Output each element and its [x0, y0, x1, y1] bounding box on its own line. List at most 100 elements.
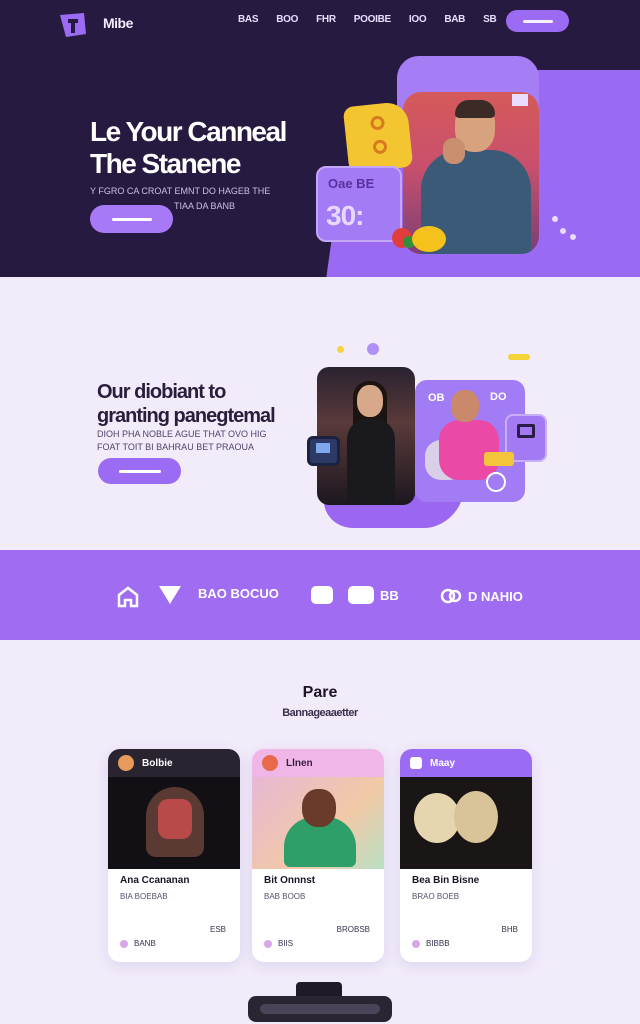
dot [570, 234, 576, 240]
device-bar [248, 996, 392, 1022]
card-meta: BIIS [264, 939, 293, 948]
person-head [357, 385, 383, 417]
nav-link-4[interactable]: POOIBE [354, 14, 391, 25]
nav-link-3[interactable]: FHR [316, 14, 336, 25]
card-name: Bit Onnnst [264, 875, 316, 886]
partner-logo-2[interactable] [159, 586, 181, 604]
card-meta-label: BIBBB [426, 939, 450, 948]
partner-logo-6-label: D NAHIO [468, 588, 523, 604]
section2-subtitle-line2: FOAT TOIT BI BAHRAU BET PRAOUA [97, 442, 255, 452]
partner-logo-1[interactable] [116, 586, 140, 608]
pricing-subtitle: Bannageaaetter [282, 707, 358, 719]
section2-title: Our diobiant to granting panegtemal [97, 380, 276, 428]
purple-dot-icon [367, 343, 379, 355]
section2-title-line1: Our diobiant to [97, 381, 226, 403]
card-price: BROBSB [336, 925, 370, 934]
nav-cta-button[interactable] [506, 10, 569, 32]
partner-logo-5-label: BB [380, 587, 399, 603]
brand-logo-icon[interactable] [58, 12, 88, 38]
person-body [439, 420, 499, 480]
hero-stat-label: Oae BE [328, 176, 375, 191]
card-image [108, 777, 240, 869]
ring-icon [369, 115, 386, 131]
brand-name[interactable]: Mibe [103, 15, 133, 31]
partner-logo-6[interactable]: D NAHIO [440, 586, 523, 606]
circle-logo-icon [440, 588, 462, 604]
card-header-label: Maay [430, 757, 456, 769]
nav-cta-label-bar [522, 19, 553, 23]
person-hand [443, 138, 465, 164]
card-desc: BRAO BOEB [412, 892, 460, 901]
main-nav: BAS BOO FHR POOIBE IOO BAB SB [238, 14, 514, 25]
pricing-card-3[interactable]: Maay Bea Bin Bisne BRAO BOEB BHB BIBBB [400, 749, 532, 962]
monitor-icon [517, 424, 535, 438]
card-desc: BAB BOOB [264, 892, 306, 901]
pricing-card-2[interactable]: Llnen Bit Onnnst BAB BOOB BROBSB BIIS [252, 749, 384, 962]
hero-stat-card: Oae BE 30: [316, 166, 402, 242]
card-header: Bolbie [108, 749, 240, 777]
nav-link-2[interactable]: BOO [276, 14, 298, 25]
partner-logo-3-label: BAO BOCUO [198, 586, 279, 601]
flag-icon [512, 94, 528, 106]
card-name: Ana Ccananan [120, 875, 190, 886]
house-icon [117, 586, 139, 608]
partner-logo-5[interactable]: BB [348, 586, 399, 604]
hero-subtitle-line1: Y FGRO CA CROAT EMNT DO HAGEB THE [90, 186, 271, 196]
card-name: Bea Bin Bisne [412, 875, 480, 886]
tablet-icon [307, 436, 340, 466]
section2-title-line2: granting panegtemal [97, 405, 276, 427]
dot-icon [120, 939, 128, 948]
hero-title: Le Your Canneal The Stanene [90, 116, 287, 180]
nav-link-7[interactable]: SB [483, 14, 497, 25]
nav-link-5[interactable]: IOO [409, 14, 427, 25]
pricing-card-1[interactable]: Bolbie Ana Ccananan BIA BOEBAB ESB BANB [108, 749, 240, 962]
card-meta: BIBBB [412, 939, 450, 948]
card-header-label: Bolbie [142, 757, 173, 769]
dot [560, 228, 566, 234]
card-image [252, 777, 384, 869]
avatar [118, 755, 134, 771]
yellow-dash-icon [508, 354, 530, 360]
yellow-dot-icon [337, 346, 344, 353]
section2-cta-label-bar [118, 469, 161, 473]
hero-title-line2: The Stanene [90, 148, 241, 179]
hero-stat-value: 30: [326, 200, 364, 231]
section2-cta-button[interactable] [98, 458, 181, 484]
yellow-chip [484, 452, 514, 466]
partner-logo-3[interactable]: BAO BOCUO [198, 586, 279, 601]
nav-link-6[interactable]: BAB [444, 14, 465, 25]
card-header: Llnen [252, 749, 384, 777]
card-price: BHB [501, 925, 518, 934]
section2-subtitle: DIOH PHA NOBLE AGUE THAT OVO HIG FOAT TO… [97, 428, 287, 454]
dot-icon [412, 939, 420, 948]
pill-icon [348, 586, 374, 604]
card-header: Maay [400, 749, 532, 777]
hero-cta-label-bar [111, 217, 152, 221]
device-bar-inner [260, 1004, 380, 1014]
yellow-chip-card [342, 100, 414, 174]
section2-subtitle-line1: DIOH PHA NOBLE AGUE THAT OVO HIG [97, 429, 267, 439]
dot [552, 216, 558, 222]
circle-icon [486, 472, 506, 492]
avatar [262, 755, 278, 771]
triangle-icon [159, 586, 181, 604]
card-meta-label: BANB [134, 939, 156, 948]
nav-link-1[interactable]: BAS [238, 14, 259, 25]
device-stand [296, 982, 342, 996]
partner-logo-4[interactable] [311, 586, 333, 604]
figure-detail [454, 791, 498, 843]
card-desc: BIA BOEBAB [120, 892, 168, 901]
box-icon [311, 586, 333, 604]
card-image [400, 777, 532, 869]
hero-cta-button[interactable] [90, 205, 173, 233]
card-price: ESB [209, 925, 226, 934]
figure-detail [302, 789, 336, 827]
tablet-screen [316, 443, 330, 453]
person-head [451, 390, 479, 422]
dot-icon [264, 939, 272, 948]
section2-photo-tag2: DO [490, 391, 507, 403]
figure-detail [158, 799, 192, 839]
square-icon [410, 757, 422, 769]
ring-icon [372, 139, 388, 155]
card-header-label: Llnen [286, 757, 313, 769]
